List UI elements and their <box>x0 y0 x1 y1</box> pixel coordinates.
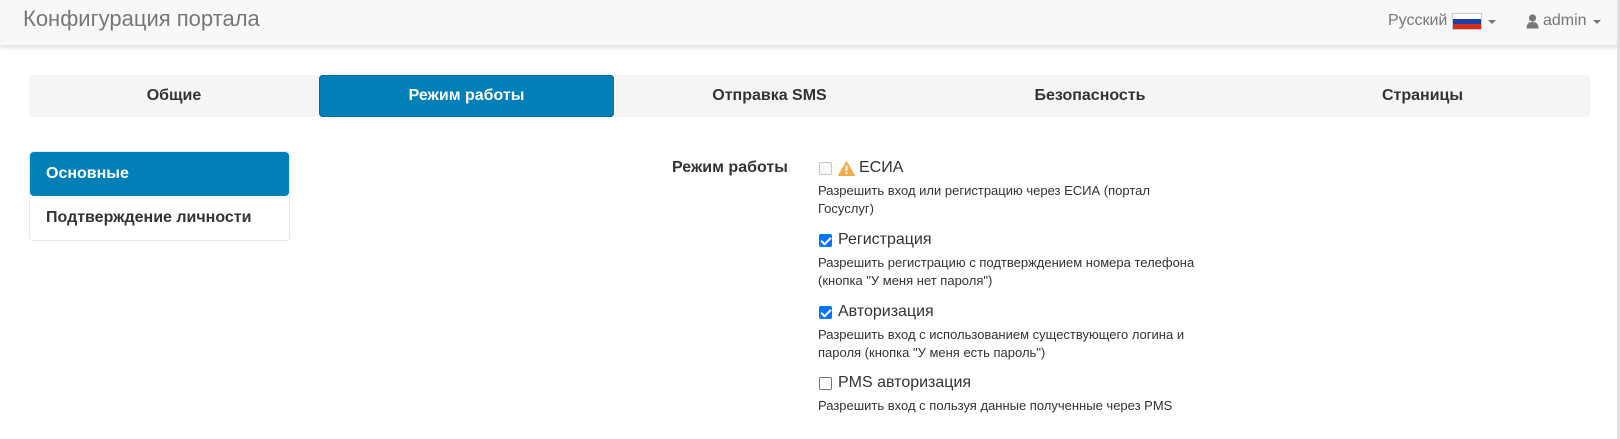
tab-general[interactable]: Общие <box>29 75 319 117</box>
sidebar-nav: Основные Подтверждение личности <box>29 151 290 241</box>
tab-sms-sending[interactable]: Отправка SMS <box>614 75 925 117</box>
registration-checkbox[interactable] <box>819 233 832 247</box>
option-description: Разрешить вход с пользуя данные полученн… <box>818 398 1173 413</box>
esia-checkbox[interactable] <box>819 161 832 175</box>
work-mode-label: Режим работы <box>672 159 788 176</box>
pms-authorization-checkbox[interactable] <box>819 376 832 390</box>
tab-security[interactable]: Безопасность <box>925 75 1255 117</box>
option-authorization: Авторизация Разрешить вход с использован… <box>818 301 1198 362</box>
top-navbar: Конфигурация портала Русский admin <box>0 0 1620 46</box>
option-title: ЕСИА <box>859 159 904 176</box>
tab-work-mode[interactable]: Режим работы <box>319 75 614 117</box>
sidebar-item-main[interactable]: Основные <box>30 152 289 196</box>
option-title: PMS авторизация <box>838 374 972 391</box>
option-description: Разрешить вход с использованием существу… <box>818 327 1185 360</box>
option-registration: Регистрация Разрешить регистрацию с подт… <box>818 229 1198 290</box>
app-title: Конфигурация портала <box>23 6 260 31</box>
option-description: Разрешить регистрацию с подтверждением н… <box>818 255 1195 288</box>
language-dropdown[interactable]: Русский <box>1388 12 1497 30</box>
authorization-checkbox[interactable] <box>819 305 832 319</box>
user-menu[interactable]: admin <box>1526 12 1601 30</box>
user-name: admin <box>1543 12 1587 29</box>
warning-icon <box>838 160 855 176</box>
option-esia: ЕСИА Разрешить вход или регистрацию чере… <box>818 157 1198 218</box>
chevron-down-icon <box>1488 20 1497 24</box>
russia-flag-icon <box>1452 12 1483 30</box>
option-title: Авторизация <box>838 303 934 320</box>
chevron-down-icon <box>1592 20 1601 24</box>
option-pms-authorization: PMS авторизация Разрешить вход с пользуя… <box>818 372 1198 415</box>
user-icon <box>1526 13 1539 28</box>
tab-pages[interactable]: Страницы <box>1255 75 1590 117</box>
option-description: Разрешить вход или регистрацию через ЕСИ… <box>818 183 1150 216</box>
settings-tabs: Общие Режим работы Отправка SMS Безопасн… <box>29 75 1590 117</box>
sidebar-item-identity-verification[interactable]: Подтверждение личности <box>30 196 289 240</box>
language-label: Русский <box>1388 12 1448 29</box>
option-title: Регистрация <box>838 231 932 248</box>
